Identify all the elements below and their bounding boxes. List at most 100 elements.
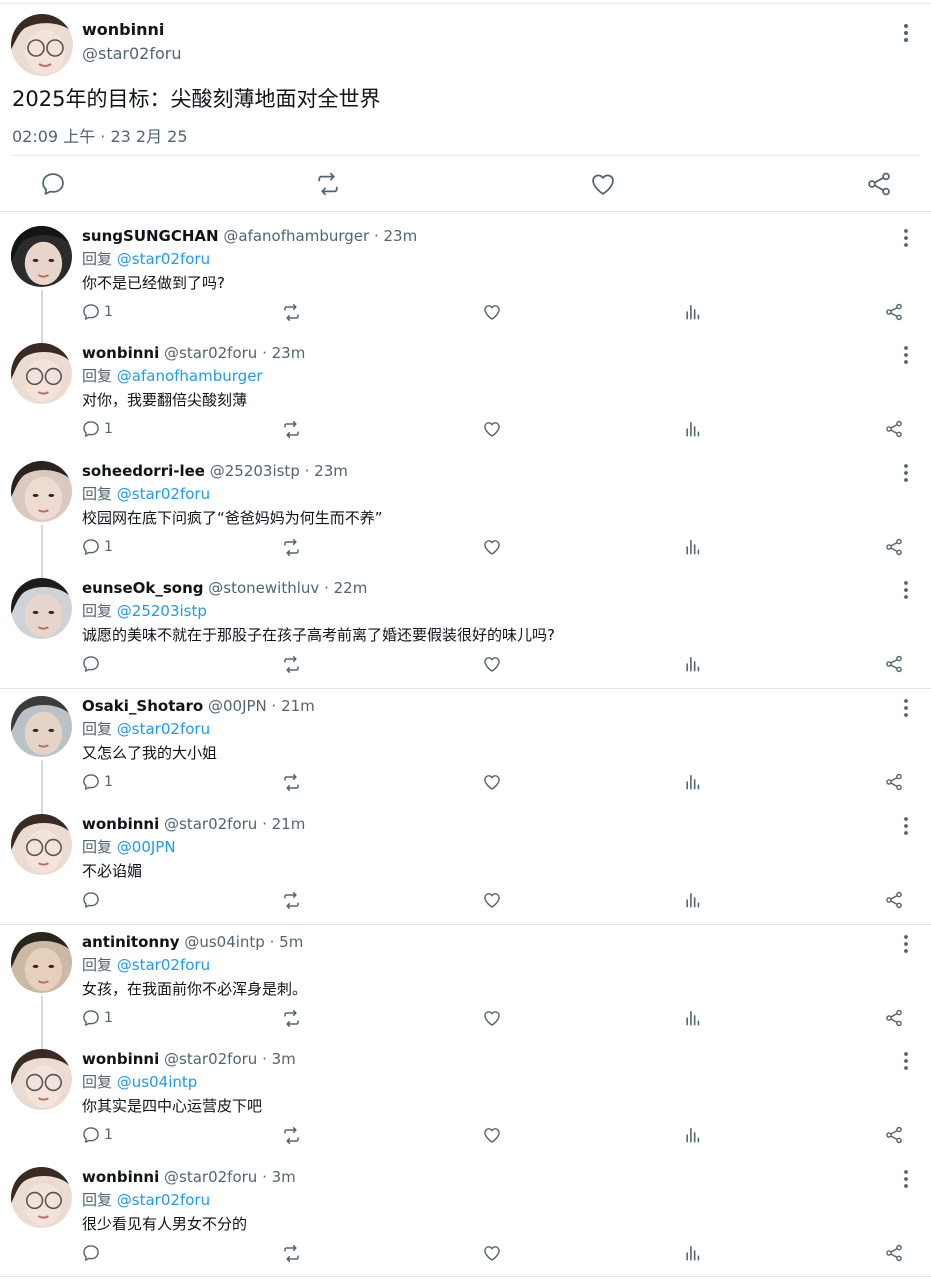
like-icon[interactable] bbox=[482, 536, 502, 558]
views-icon[interactable] bbox=[683, 536, 703, 558]
mention-link[interactable]: @star02foru bbox=[117, 720, 210, 738]
author-name[interactable]: wonbinni bbox=[82, 1168, 159, 1186]
reply-tweet[interactable]: antinitonny @us04intp · 5m 回复 @star02for… bbox=[0, 924, 931, 1052]
mention-link[interactable]: @star02foru bbox=[117, 956, 210, 974]
author-handle[interactable]: @25203istp bbox=[210, 462, 300, 480]
author-name[interactable]: soheedorri-lee bbox=[82, 462, 205, 480]
mention-link[interactable]: @star02foru bbox=[117, 485, 210, 503]
more-options-icon[interactable] bbox=[900, 1050, 912, 1072]
avatar[interactable] bbox=[11, 932, 72, 993]
author-name[interactable]: eunseOk_song bbox=[82, 579, 204, 597]
more-options-icon[interactable] bbox=[900, 579, 912, 601]
author-handle[interactable]: @star02foru bbox=[82, 44, 182, 63]
views-icon[interactable] bbox=[683, 418, 703, 440]
more-options-icon[interactable] bbox=[900, 697, 912, 719]
views-icon[interactable] bbox=[683, 301, 703, 323]
author-handle[interactable]: @afanofhamburger bbox=[223, 227, 369, 245]
reply-time[interactable]: 5m bbox=[279, 933, 303, 951]
like-icon[interactable] bbox=[482, 889, 502, 911]
reply-time[interactable]: 22m bbox=[334, 579, 368, 597]
reply-button[interactable]: 1 bbox=[81, 1124, 113, 1146]
like-icon[interactable] bbox=[482, 1007, 502, 1029]
author-handle[interactable]: @00JPN bbox=[208, 697, 267, 715]
reply-time[interactable]: 23m bbox=[314, 462, 348, 480]
retweet-icon[interactable] bbox=[281, 536, 302, 558]
like-icon[interactable] bbox=[482, 301, 502, 323]
reply-time[interactable]: 3m bbox=[272, 1050, 296, 1068]
like-icon[interactable] bbox=[589, 170, 617, 198]
mention-link[interactable]: @00JPN bbox=[117, 838, 176, 856]
views-icon[interactable] bbox=[683, 1242, 703, 1264]
avatar[interactable] bbox=[11, 1167, 72, 1228]
reply-button[interactable]: 1 bbox=[81, 301, 113, 323]
reply-tweet[interactable]: soheedorri-lee @25203istp · 23m 回复 @star… bbox=[0, 453, 931, 581]
tweet-timestamp[interactable]: 02:09 上午 · 23 2月 25 bbox=[12, 123, 188, 147]
share-icon[interactable] bbox=[884, 771, 904, 793]
like-icon[interactable] bbox=[482, 653, 502, 675]
avatar[interactable] bbox=[11, 1049, 72, 1110]
author-handle[interactable]: @star02foru bbox=[164, 1168, 257, 1186]
reply-time[interactable]: 21m bbox=[281, 697, 315, 715]
like-icon[interactable] bbox=[482, 418, 502, 440]
reply-button[interactable] bbox=[81, 1242, 104, 1264]
retweet-icon[interactable] bbox=[281, 889, 302, 911]
avatar[interactable] bbox=[11, 461, 72, 522]
retweet-icon[interactable] bbox=[281, 1124, 302, 1146]
mention-link[interactable]: @afanofhamburger bbox=[117, 367, 263, 385]
views-icon[interactable] bbox=[683, 889, 703, 911]
author-handle[interactable]: @us04intp bbox=[184, 933, 265, 951]
author-handle[interactable]: @star02foru bbox=[164, 815, 257, 833]
share-icon[interactable] bbox=[884, 1007, 904, 1029]
share-icon[interactable] bbox=[884, 1124, 904, 1146]
views-icon[interactable] bbox=[683, 1007, 703, 1029]
share-icon[interactable] bbox=[884, 536, 904, 558]
reply-tweet[interactable]: eunseOk_song @stonewithluv · 22m 回复 @252… bbox=[0, 570, 931, 687]
more-options-icon[interactable] bbox=[900, 1168, 912, 1190]
author-handle[interactable]: @stonewithluv bbox=[208, 579, 319, 597]
share-icon[interactable] bbox=[884, 1242, 904, 1264]
author-name[interactable]: sungSUNGCHAN bbox=[82, 227, 219, 245]
more-options-icon[interactable] bbox=[900, 344, 912, 366]
share-icon[interactable] bbox=[884, 653, 904, 675]
reply-time[interactable]: 21m bbox=[272, 815, 306, 833]
retweet-icon[interactable] bbox=[314, 170, 342, 198]
more-options-icon[interactable] bbox=[900, 462, 912, 484]
author-handle[interactable]: @star02foru bbox=[164, 1050, 257, 1068]
retweet-icon[interactable] bbox=[281, 418, 302, 440]
reply-tweet[interactable]: Osaki_Shotaro @00JPN · 21m 回复 @star02for… bbox=[0, 688, 931, 816]
reply-button[interactable]: 1 bbox=[81, 1007, 113, 1029]
views-icon[interactable] bbox=[683, 1124, 703, 1146]
author-handle[interactable]: @star02foru bbox=[164, 344, 257, 362]
reply-button[interactable]: 1 bbox=[81, 418, 113, 440]
avatar[interactable] bbox=[11, 578, 72, 639]
reply-time[interactable]: 23m bbox=[272, 344, 306, 362]
mention-link[interactable]: @star02foru bbox=[117, 1191, 210, 1209]
like-icon[interactable] bbox=[482, 1242, 502, 1264]
reply-tweet[interactable]: wonbinni @star02foru · 21m 回复 @00JPN 不必谄… bbox=[0, 806, 931, 923]
reply-time[interactable]: 23m bbox=[384, 227, 418, 245]
avatar[interactable] bbox=[11, 14, 73, 76]
avatar[interactable] bbox=[11, 696, 72, 757]
main-tweet[interactable]: wonbinni @star02foru 2025年的目标：尖酸刻薄地面对全世界… bbox=[0, 4, 931, 212]
author-name[interactable]: wonbinni bbox=[82, 1050, 159, 1068]
share-icon[interactable] bbox=[884, 301, 904, 323]
reply-icon[interactable] bbox=[39, 170, 67, 198]
retweet-icon[interactable] bbox=[281, 301, 302, 323]
reply-tweet[interactable]: wonbinni @star02foru · 23m 回复 @afanofham… bbox=[0, 335, 931, 452]
author-name[interactable]: wonbinni bbox=[82, 344, 159, 362]
reply-button[interactable] bbox=[81, 653, 104, 675]
reply-tweet[interactable]: sungSUNGCHAN @afanofhamburger · 23m 回复 @… bbox=[0, 218, 931, 346]
more-options-icon[interactable] bbox=[899, 22, 913, 44]
share-icon[interactable] bbox=[884, 889, 904, 911]
reply-button[interactable]: 1 bbox=[81, 771, 113, 793]
more-options-icon[interactable] bbox=[900, 933, 912, 955]
share-icon[interactable] bbox=[884, 418, 904, 440]
author-name[interactable]: Osaki_Shotaro bbox=[82, 697, 203, 715]
author-name[interactable]: antinitonny bbox=[82, 933, 180, 951]
mention-link[interactable]: @us04intp bbox=[117, 1073, 198, 1091]
more-options-icon[interactable] bbox=[900, 815, 912, 837]
avatar[interactable] bbox=[11, 343, 72, 404]
retweet-icon[interactable] bbox=[281, 653, 302, 675]
reply-tweet[interactable]: wonbinni @star02foru · 3m 回复 @us04intp 你… bbox=[0, 1041, 931, 1158]
like-icon[interactable] bbox=[482, 1124, 502, 1146]
